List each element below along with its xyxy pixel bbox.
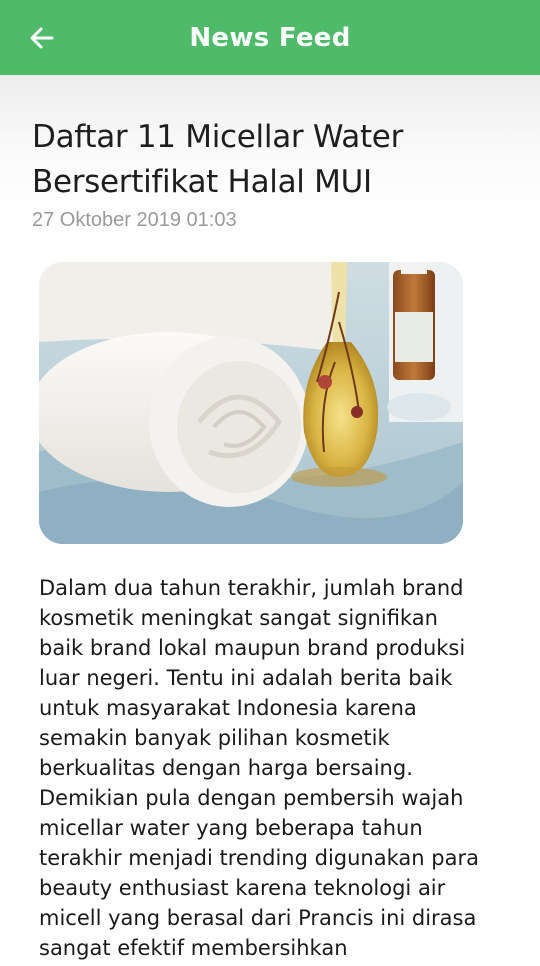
article-image <box>39 262 463 544</box>
news-detail-screen: News Feed Daftar 11 Micellar Water Berse… <box>0 0 540 966</box>
app-bar: News Feed <box>0 0 540 75</box>
article-title: Daftar 11 Micellar Water Bersertifikat H… <box>32 119 404 200</box>
spa-towels-illustration <box>39 262 463 544</box>
article-date: 27 Oktober 2019 01:03 <box>32 209 237 231</box>
back-button[interactable] <box>22 18 62 58</box>
arrow-left-icon <box>30 27 54 49</box>
page-title: News Feed <box>189 22 351 53</box>
article-body: Dalam dua tahun terakhir, jumlah brand k… <box>39 576 479 960</box>
